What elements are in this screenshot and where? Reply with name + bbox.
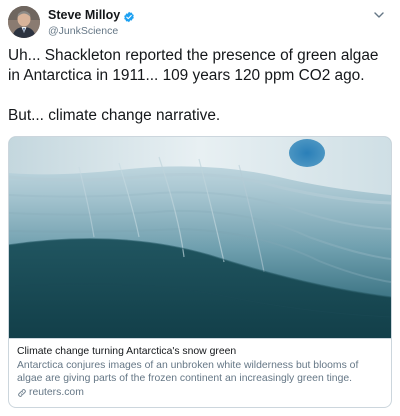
card-body: Climate change turning Antarctica's snow… bbox=[9, 338, 391, 407]
card-image[interactable] bbox=[9, 137, 391, 338]
verified-badge-icon bbox=[123, 10, 135, 22]
card-title[interactable]: Climate change turning Antarctica's snow… bbox=[17, 345, 383, 358]
tweet-header: Steve Milloy @JunkScience bbox=[8, 6, 392, 40]
tweet-text-line: in Antarctica in 1911... 109 years 120 p… bbox=[8, 67, 365, 84]
link-icon bbox=[18, 388, 26, 397]
tweet-text: Uh... Shackleton reported the presence o… bbox=[8, 46, 390, 126]
tweet-text-line: Uh... Shackleton reported the presence o… bbox=[8, 47, 379, 64]
tweet: Steve Milloy @JunkScience Uh... Shacklet… bbox=[0, 0, 400, 416]
author-display-name[interactable]: Steve Milloy bbox=[48, 8, 120, 23]
card-domain-text: reuters.com bbox=[29, 387, 84, 398]
chevron-down-icon[interactable] bbox=[372, 8, 386, 22]
avatar[interactable] bbox=[8, 6, 40, 38]
card-description: Antarctica conjures images of an unbroke… bbox=[17, 360, 359, 384]
author-block: Steve Milloy @JunkScience bbox=[48, 8, 135, 38]
card-domain: reuters.com bbox=[17, 386, 383, 399]
author-handle[interactable]: @JunkScience bbox=[48, 24, 135, 38]
link-preview-card[interactable]: Climate change turning Antarctica's snow… bbox=[8, 136, 392, 408]
tweet-text-line: But... climate change narrative. bbox=[8, 107, 221, 124]
